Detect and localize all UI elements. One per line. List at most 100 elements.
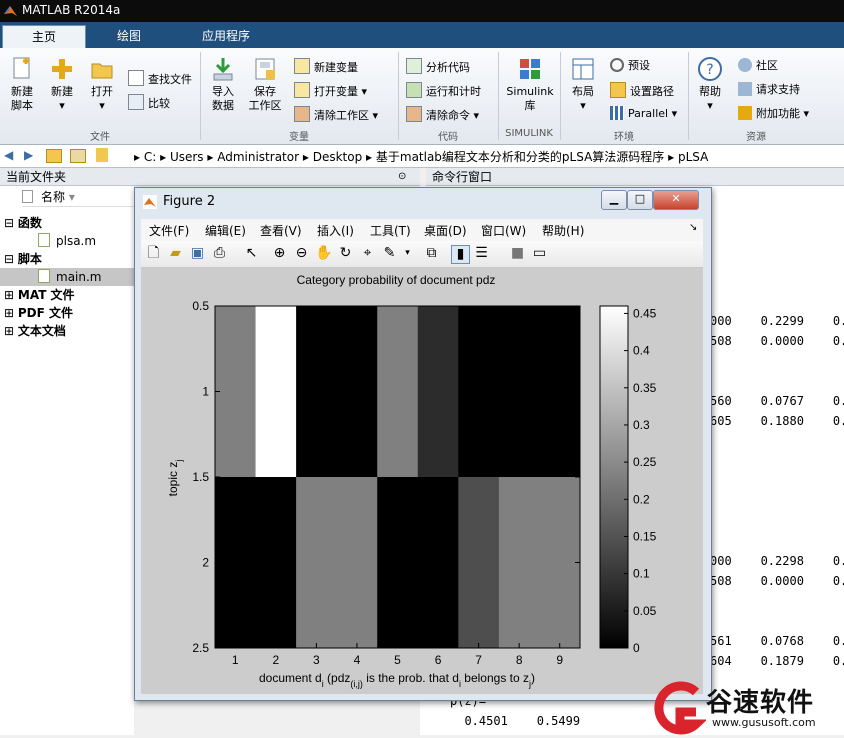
- insert-legend-icon[interactable]: ☰: [473, 245, 490, 262]
- x-tick-label: 8: [516, 653, 523, 667]
- minimize-icon: ▁: [609, 192, 619, 205]
- name-column-header[interactable]: 名称 ▾: [22, 188, 134, 207]
- menu-help[interactable]: 帮助(H): [542, 222, 584, 239]
- colorbar[interactable]: [599, 305, 629, 649]
- output-line: 508 0.0000 0.: [710, 334, 844, 348]
- preferences-label: 预设: [628, 59, 650, 72]
- layout-button[interactable]: 布局 ▾: [566, 56, 600, 113]
- forward-icon[interactable]: ▶: [24, 148, 33, 162]
- expand-icon[interactable]: ⊞: [4, 306, 14, 320]
- simulink-label: Simulink 库: [506, 85, 554, 112]
- current-folder-pane: 名称 ▾ ⊟ 函数 plsa.m ⊟ 脚本 main.m ⊞ MAT 文件 ⊞ …: [0, 186, 134, 735]
- community-button[interactable]: 社区: [738, 58, 778, 74]
- expand-icon[interactable]: ⊞: [4, 288, 14, 302]
- rotate-icon[interactable]: ↻: [337, 245, 354, 262]
- insert-colorbar-icon[interactable]: ▮: [451, 245, 470, 264]
- open-file-icon[interactable]: ▰: [167, 245, 184, 262]
- heatmap-cell: [377, 477, 419, 649]
- save-workspace-button[interactable]: 保存 工作区: [246, 56, 284, 113]
- menu-window[interactable]: 窗口(W): [481, 222, 526, 239]
- group-text-docs[interactable]: ⊞ 文本文档: [4, 322, 66, 340]
- run-and-time-button[interactable]: 运行和计时: [406, 82, 481, 98]
- group-functions[interactable]: ⊟ 函数: [4, 214, 42, 232]
- collapse-icon[interactable]: ⊟: [4, 252, 14, 266]
- zoom-in-icon[interactable]: ⊕: [271, 245, 288, 262]
- save-icon[interactable]: ▣: [189, 245, 206, 262]
- zoom-out-icon[interactable]: ⊖: [293, 245, 310, 262]
- breadcrumb-item[interactable]: Administrator: [217, 150, 299, 164]
- request-support-button[interactable]: 请求支持: [738, 82, 800, 98]
- group-label: PDF 文件: [17, 306, 74, 320]
- hide-plot-tools-icon[interactable]: ■: [509, 245, 526, 262]
- set-path-button[interactable]: 设置路径: [610, 82, 674, 98]
- new-variable-button[interactable]: 新建变量: [294, 58, 358, 74]
- import-data-icon: [210, 56, 236, 82]
- group-scripts[interactable]: ⊟ 脚本: [4, 250, 42, 268]
- pointer-icon[interactable]: ↖: [243, 245, 260, 262]
- collapse-icon[interactable]: ⊟: [4, 216, 14, 230]
- breadcrumb-item[interactable]: 基于matlab编程文本分析和分类的pLSA算法源码程序: [376, 150, 664, 164]
- find-files-button[interactable]: 查找文件: [128, 70, 192, 86]
- menu-view[interactable]: 查看(V): [260, 222, 302, 239]
- print-icon[interactable]: ⎙: [211, 245, 228, 262]
- tab-apps[interactable]: 应用程序: [174, 25, 278, 48]
- open-variable-button[interactable]: 打开变量 ▾: [294, 82, 367, 98]
- group-mat-files[interactable]: ⊞ MAT 文件: [4, 286, 75, 304]
- addons-button[interactable]: 附加功能 ▾: [738, 106, 809, 122]
- close-button[interactable]: ✕: [653, 190, 699, 210]
- analyze-code-button[interactable]: 分析代码: [406, 58, 470, 74]
- show-plot-tools-icon[interactable]: ▭: [531, 245, 548, 262]
- breadcrumb-item[interactable]: pLSA: [678, 150, 708, 164]
- tab-home[interactable]: 主页: [2, 25, 86, 49]
- simulink-library-button[interactable]: Simulink 库: [504, 56, 556, 113]
- file-name: main.m: [56, 270, 102, 284]
- maximize-button[interactable]: □: [627, 190, 653, 210]
- open-button[interactable]: 打开 ▾: [86, 56, 118, 113]
- preferences-button[interactable]: 预设: [610, 58, 650, 74]
- group-pdf-files[interactable]: ⊞ PDF 文件: [4, 304, 73, 322]
- compare-button[interactable]: 比较: [128, 94, 170, 110]
- menu-desktop[interactable]: 桌面(D): [424, 222, 467, 239]
- file-item-plsa[interactable]: plsa.m: [38, 232, 96, 250]
- tab-plots[interactable]: 绘图: [88, 25, 170, 48]
- heatmap-cell: [498, 306, 540, 478]
- y-axis-label: topic zj: [166, 460, 184, 497]
- compare-label: 比较: [148, 97, 170, 110]
- menu-edit[interactable]: 编辑(E): [205, 222, 246, 239]
- link-plot-icon[interactable]: ⧉: [423, 245, 440, 262]
- browse-folder-icon[interactable]: [70, 149, 86, 163]
- brush-icon[interactable]: ✎: [381, 245, 398, 262]
- pane-options-icon[interactable]: ⊙: [398, 168, 406, 186]
- clear-workspace-button[interactable]: 清除工作区 ▾: [294, 106, 378, 122]
- data-cursor-icon[interactable]: ⌖: [359, 245, 376, 262]
- breadcrumb-item[interactable]: Users: [170, 150, 204, 164]
- new-button[interactable]: 新建 ▾: [46, 56, 78, 113]
- open-dropdown-icon: ▾: [99, 99, 105, 112]
- import-data-button[interactable]: 导入 数据: [206, 56, 240, 113]
- brush-dropdown-icon[interactable]: ▾: [399, 245, 416, 262]
- dock-arrow-icon[interactable]: ↘: [689, 222, 697, 233]
- figure-window[interactable]: Figure 2 ▁ □ ✕ 文件(F) 编辑(E) 查看(V) 插入(I) 工…: [134, 187, 712, 701]
- run-and-time-label: 运行和计时: [426, 85, 481, 98]
- new-figure-icon[interactable]: 🗋: [145, 245, 162, 262]
- watermark-url: www.gususoft.com: [712, 716, 816, 729]
- menu-file[interactable]: 文件(F): [149, 222, 189, 239]
- clear-commands-button[interactable]: 清除命令 ▾: [406, 106, 479, 122]
- menu-insert[interactable]: 插入(I): [317, 222, 354, 239]
- breadcrumb-item[interactable]: Desktop: [313, 150, 363, 164]
- new-script-button[interactable]: 新建 脚本: [4, 56, 40, 113]
- up-folder-icon[interactable]: [46, 149, 62, 163]
- sort-icon: ▾: [68, 190, 75, 204]
- expand-icon[interactable]: ⊞: [4, 324, 14, 338]
- menu-tools[interactable]: 工具(T): [370, 222, 411, 239]
- breadcrumb-item[interactable]: C:: [144, 150, 156, 164]
- clear-workspace-label: 清除工作区: [314, 109, 369, 122]
- minimize-button[interactable]: ▁: [601, 190, 627, 210]
- back-icon[interactable]: ◀: [4, 148, 13, 162]
- set-path-label: 设置路径: [630, 85, 674, 98]
- parallel-button[interactable]: Parallel ▾: [610, 106, 677, 122]
- help-button[interactable]: ? 帮助 ▾: [694, 56, 726, 113]
- pan-icon[interactable]: ✋: [315, 245, 332, 262]
- y-tick-label: 2: [202, 556, 209, 570]
- file-item-main[interactable]: main.m: [0, 268, 134, 286]
